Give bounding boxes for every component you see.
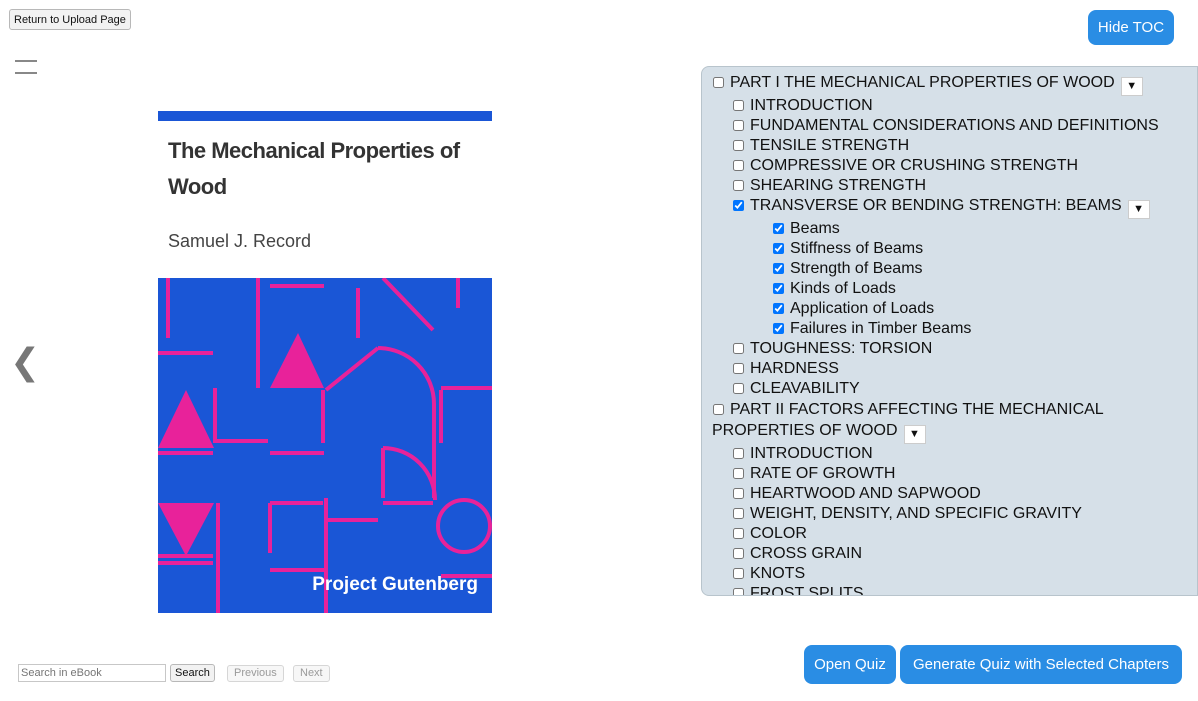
return-to-upload-button[interactable]: Return to Upload Page <box>9 9 131 30</box>
toc-chapter[interactable]: TOUGHNESS: TORSION <box>712 339 1197 359</box>
toc-label[interactable]: INTRODUCTION <box>750 97 873 114</box>
cover-author: Samuel J. Record <box>168 231 312 251</box>
toc-section[interactable]: Stiffness of Beams <box>712 239 1197 259</box>
toc-label[interactable]: COMPRESSIVE OR CRUSHING STRENGTH <box>750 157 1078 174</box>
toc-checkbox[interactable] <box>733 363 744 374</box>
chevron-left-icon[interactable]: ❮ <box>10 345 40 381</box>
expand-toggle-icon[interactable]: ▼ <box>1127 200 1150 219</box>
toc-label[interactable]: HEARTWOOD AND SAPWOOD <box>750 485 981 502</box>
toc-label[interactable]: FUNDAMENTAL CONSIDERATIONS AND DEFINITIO… <box>750 117 1159 134</box>
toc-section[interactable]: Kinds of Loads <box>712 279 1197 299</box>
cover-artwork: Project Gutenberg <box>158 278 492 613</box>
book-cover: The Mechanical Properties of Wood Samuel… <box>158 111 492 613</box>
toc-label[interactable]: Failures in Timber Beams <box>790 320 971 337</box>
previous-result-button[interactable]: Previous <box>227 665 284 682</box>
toc-chapter[interactable]: TRANSVERSE OR BENDING STRENGTH: BEAMS ▼ <box>712 196 1197 219</box>
menu-icon[interactable] <box>15 60 37 74</box>
toc-checkbox[interactable] <box>773 323 784 334</box>
toc-checkbox[interactable] <box>733 160 744 171</box>
toc-checkbox[interactable] <box>733 383 744 394</box>
toc-checkbox[interactable] <box>733 508 744 519</box>
toc-checkbox[interactable] <box>733 568 744 579</box>
toc-label[interactable]: HARDNESS <box>750 360 839 377</box>
toc-checkbox[interactable] <box>733 448 744 459</box>
toc-checkbox[interactable] <box>733 548 744 559</box>
cover-publisher: Project Gutenberg <box>312 574 478 595</box>
toc-chapter[interactable]: COMPRESSIVE OR CRUSHING STRENGTH <box>712 156 1197 176</box>
toc-section[interactable]: Strength of Beams <box>712 259 1197 279</box>
toc-checkbox[interactable] <box>733 140 744 151</box>
toc-chapter[interactable]: HEARTWOOD AND SAPWOOD <box>712 484 1197 504</box>
toc-chapter[interactable]: CROSS GRAIN <box>712 544 1197 564</box>
toc-label[interactable]: TOUGHNESS: TORSION <box>750 340 932 357</box>
toc-label[interactable]: Kinds of Loads <box>790 280 896 297</box>
toc-part[interactable]: PART II FACTORS AFFECTING THE MECHANICAL… <box>712 399 1197 444</box>
toc-label[interactable]: RATE OF GROWTH <box>750 465 895 482</box>
toc-chapter[interactable]: COLOR <box>712 524 1197 544</box>
cover-title: The Mechanical Properties of Wood <box>168 138 460 199</box>
toc-checkbox[interactable] <box>733 180 744 191</box>
toc-checkbox[interactable] <box>713 77 724 88</box>
toc-checkbox[interactable] <box>733 100 744 111</box>
next-result-button[interactable]: Next <box>293 665 330 682</box>
toc-chapter[interactable]: FUNDAMENTAL CONSIDERATIONS AND DEFINITIO… <box>712 116 1197 136</box>
toc-label[interactable]: CLEAVABILITY <box>750 380 860 397</box>
toc-label[interactable]: TRANSVERSE OR BENDING STRENGTH: BEAMS <box>750 197 1122 214</box>
toc-chapter[interactable]: RATE OF GROWTH <box>712 464 1197 484</box>
toc-label[interactable]: Stiffness of Beams <box>790 240 923 257</box>
search-input[interactable] <box>18 664 166 682</box>
toc-label[interactable]: FROST SPLITS <box>750 585 864 595</box>
generate-quiz-button[interactable]: Generate Quiz with Selected Chapters <box>900 645 1182 684</box>
toc-label[interactable]: Application of Loads <box>790 300 934 317</box>
toc-checkbox[interactable] <box>733 200 744 211</box>
toc-checkbox[interactable] <box>773 303 784 314</box>
toc-chapter[interactable]: INTRODUCTION <box>712 96 1197 116</box>
toc-section[interactable]: Beams <box>712 219 1197 239</box>
toc-label[interactable]: TENSILE STRENGTH <box>750 137 909 154</box>
toc-part[interactable]: PART I THE MECHANICAL PROPERTIES OF WOOD… <box>712 72 1197 96</box>
hide-toc-button[interactable]: Hide TOC <box>1088 10 1174 45</box>
toc-checkbox[interactable] <box>773 283 784 294</box>
toc-checkbox[interactable] <box>773 243 784 254</box>
expand-toggle-icon[interactable]: ▼ <box>903 425 926 444</box>
toc-chapter[interactable]: FROST SPLITS <box>712 584 1197 595</box>
toc-label[interactable]: SHEARING STRENGTH <box>750 177 926 194</box>
toc-label[interactable]: INTRODUCTION <box>750 445 873 462</box>
toc-section[interactable]: Failures in Timber Beams <box>712 319 1197 339</box>
toc-label[interactable]: Strength of Beams <box>790 260 923 277</box>
toc-section[interactable]: Application of Loads <box>712 299 1197 319</box>
toc-label[interactable]: KNOTS <box>750 565 805 582</box>
toc-chapter[interactable]: KNOTS <box>712 564 1197 584</box>
toc-checkbox[interactable] <box>733 528 744 539</box>
toc-label[interactable]: COLOR <box>750 525 807 542</box>
toc-chapter[interactable]: HARDNESS <box>712 359 1197 379</box>
table-of-contents[interactable]: PART I THE MECHANICAL PROPERTIES OF WOOD… <box>701 66 1198 596</box>
open-quiz-button[interactable]: Open Quiz <box>804 645 896 684</box>
search-button[interactable]: Search <box>170 664 215 682</box>
toc-checkbox[interactable] <box>773 263 784 274</box>
toc-chapter[interactable]: TENSILE STRENGTH <box>712 136 1197 156</box>
toc-chapter[interactable]: CLEAVABILITY <box>712 379 1197 399</box>
toc-list: PART I THE MECHANICAL PROPERTIES OF WOOD… <box>702 67 1197 595</box>
toc-chapter[interactable]: WEIGHT, DENSITY, AND SPECIFIC GRAVITY <box>712 504 1197 524</box>
toc-checkbox[interactable] <box>773 223 784 234</box>
toc-label[interactable]: WEIGHT, DENSITY, AND SPECIFIC GRAVITY <box>750 505 1082 522</box>
toc-checkbox[interactable] <box>733 468 744 479</box>
toc-checkbox[interactable] <box>733 343 744 354</box>
toc-label[interactable]: Beams <box>790 220 840 237</box>
toc-label[interactable]: CROSS GRAIN <box>750 545 862 562</box>
toc-chapter[interactable]: SHEARING STRENGTH <box>712 176 1197 196</box>
toc-checkbox[interactable] <box>733 120 744 131</box>
toc-checkbox[interactable] <box>733 488 744 499</box>
toc-label[interactable]: PART I THE MECHANICAL PROPERTIES OF WOOD <box>730 74 1115 91</box>
toc-checkbox[interactable] <box>733 588 744 595</box>
toc-checkbox[interactable] <box>713 404 724 415</box>
expand-toggle-icon[interactable]: ▼ <box>1120 77 1143 96</box>
toc-chapter[interactable]: INTRODUCTION <box>712 444 1197 464</box>
cover-top-bar <box>158 111 492 121</box>
